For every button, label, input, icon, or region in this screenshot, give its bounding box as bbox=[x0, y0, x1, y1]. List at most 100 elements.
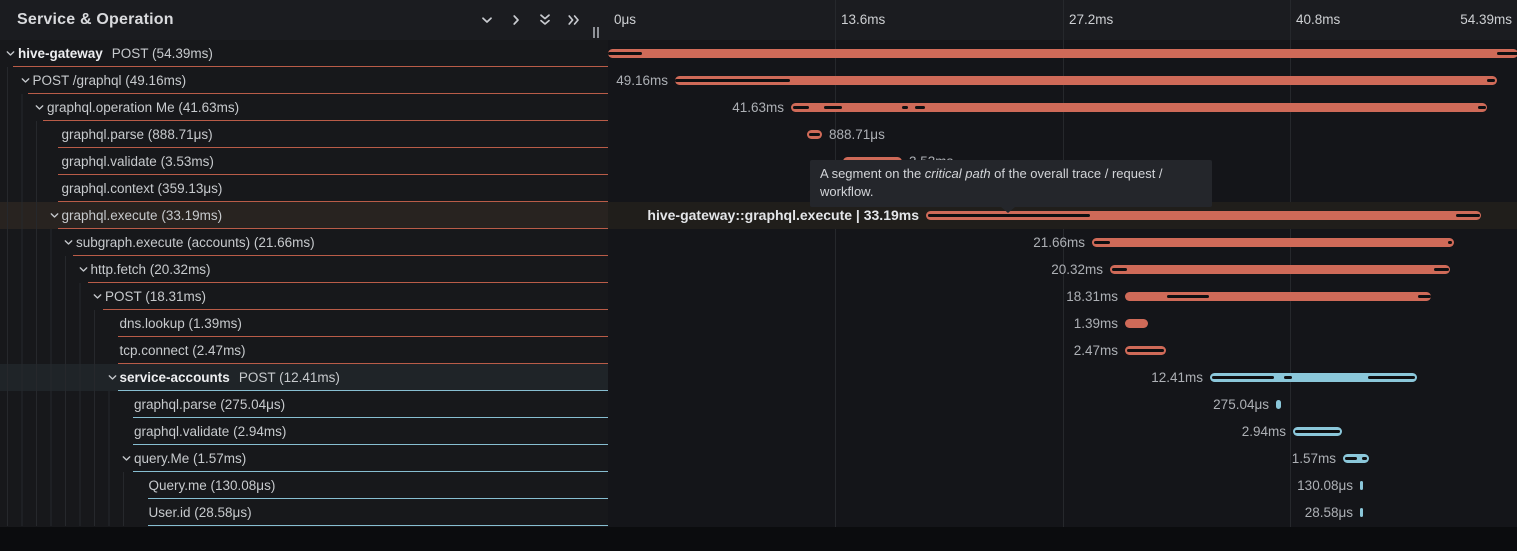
span-bar[interactable] bbox=[1360, 508, 1363, 517]
duration-label-left: 49.16ms bbox=[616, 67, 668, 94]
indent-guides bbox=[0, 40, 2, 67]
chevron-down-icon[interactable] bbox=[120, 453, 133, 464]
span-tree-row[interactable]: graphql.parse (275.04μs) bbox=[0, 391, 608, 418]
span-bar[interactable] bbox=[675, 76, 1497, 85]
critical-path-segment bbox=[1448, 241, 1452, 244]
chevron-down-icon[interactable] bbox=[48, 210, 61, 221]
timeline-row[interactable] bbox=[608, 40, 1517, 67]
span-bar[interactable] bbox=[807, 130, 822, 139]
critical-path-segment bbox=[1418, 295, 1431, 298]
chevron-right-icon[interactable] bbox=[508, 12, 524, 28]
operation-label: graphql.operation Me (41.63ms) bbox=[47, 100, 239, 115]
span-tree-row[interactable]: User.id (28.58μs) bbox=[0, 499, 608, 526]
service-name: service-accounts bbox=[120, 370, 230, 385]
span-bar[interactable] bbox=[608, 49, 1517, 58]
duration-label-left: 12.41ms bbox=[1151, 364, 1203, 391]
critical-path-segment bbox=[1478, 106, 1486, 109]
span-bar[interactable] bbox=[1210, 373, 1417, 382]
duration-label-left: 18.31ms bbox=[1066, 283, 1118, 310]
indent-guides bbox=[0, 499, 133, 526]
chevron-down-icon[interactable] bbox=[91, 291, 104, 302]
span-tree-row[interactable]: service-accounts POST (12.41ms) bbox=[0, 364, 608, 391]
tooltip-arrow bbox=[1001, 207, 1015, 213]
chevron-down-icon[interactable] bbox=[33, 102, 46, 113]
chevron-down-icon[interactable] bbox=[479, 12, 495, 28]
span-tree-row[interactable]: graphql.operation Me (41.63ms) bbox=[0, 94, 608, 121]
timeline-row[interactable]: 49.16ms bbox=[608, 67, 1517, 94]
span-bar[interactable] bbox=[1125, 292, 1431, 301]
critical-path-segment bbox=[1167, 295, 1209, 298]
chevron-down-icon[interactable] bbox=[106, 372, 119, 383]
span-tree-row[interactable]: Query.me (130.08μs) bbox=[0, 472, 608, 499]
duration-label-left: 130.08μs bbox=[1297, 472, 1353, 499]
timeline-row[interactable]: 2.94ms bbox=[608, 418, 1517, 445]
panel-resize-handle[interactable] bbox=[593, 27, 599, 38]
span-tree-row[interactable]: subgraph.execute (accounts) (21.66ms) bbox=[0, 229, 608, 256]
span-tree-row[interactable]: dns.lookup (1.39ms) bbox=[0, 310, 608, 337]
timeline-panel: 0μs13.6ms27.2ms40.8ms 54.39ms 49.16ms 41… bbox=[608, 0, 1517, 527]
indent-guides bbox=[0, 418, 118, 445]
double-chevron-right-icon[interactable] bbox=[566, 12, 582, 28]
timeline-row[interactable]: 275.04μs bbox=[608, 391, 1517, 418]
span-bar[interactable] bbox=[1125, 319, 1148, 328]
span-tree-row[interactable]: graphql.validate (2.94ms) bbox=[0, 418, 608, 445]
operation-label: graphql.validate (2.94ms) bbox=[134, 424, 286, 439]
span-tree-row[interactable]: graphql.execute (33.19ms) bbox=[0, 202, 608, 229]
timeline-row[interactable]: 1.57ms bbox=[608, 445, 1517, 472]
chevron-down-icon[interactable] bbox=[19, 75, 32, 86]
critical-path-segment bbox=[1487, 79, 1495, 82]
span-tree-row[interactable]: POST (18.31ms) bbox=[0, 283, 608, 310]
timeline-row[interactable]: 20.32ms bbox=[608, 256, 1517, 283]
duration-label-left: 1.57ms bbox=[1292, 445, 1336, 472]
chevron-down-icon[interactable] bbox=[77, 264, 90, 275]
span-tree-row[interactable]: graphql.validate (3.53ms) bbox=[0, 148, 608, 175]
duration-label-left: 20.32ms bbox=[1051, 256, 1103, 283]
span-tree-row[interactable]: graphql.parse (888.71μs) bbox=[0, 121, 608, 148]
span-tree-row[interactable]: graphql.context (359.13μs) bbox=[0, 175, 608, 202]
axis-tick-label: 13.6ms bbox=[835, 0, 885, 40]
timeline-row[interactable]: 41.63ms bbox=[608, 94, 1517, 121]
indent-guides bbox=[0, 256, 75, 283]
critical-path-segment bbox=[1497, 52, 1517, 55]
operation-label: POST /graphql (49.16ms) bbox=[33, 73, 187, 88]
span-bar[interactable] bbox=[791, 103, 1487, 112]
chevron-down-icon[interactable] bbox=[62, 237, 75, 248]
trace-viewer: Service & Operation hive-gateway bbox=[0, 0, 1517, 551]
duration-label-left: 1.39ms bbox=[1074, 310, 1118, 337]
span-bar[interactable] bbox=[1293, 427, 1342, 436]
span-tree-row[interactable]: http.fetch (20.32ms) bbox=[0, 256, 608, 283]
span-bar[interactable] bbox=[1092, 238, 1454, 247]
span-tree-row[interactable]: hive-gateway POST (54.39ms) bbox=[0, 40, 608, 67]
timeline-row[interactable]: 888.71μs bbox=[608, 121, 1517, 148]
timeline-row[interactable]: 12.41ms bbox=[608, 364, 1517, 391]
timeline-row[interactable]: 18.31ms bbox=[608, 283, 1517, 310]
timeline-row[interactable]: 2.47ms bbox=[608, 337, 1517, 364]
indent-guides bbox=[0, 310, 104, 337]
timeline-row[interactable]: 130.08μs bbox=[608, 472, 1517, 499]
timeline-row[interactable]: 21.66ms bbox=[608, 229, 1517, 256]
timeline-row[interactable]: 28.58μs bbox=[608, 499, 1517, 526]
span-bar[interactable] bbox=[1360, 481, 1363, 490]
timeline-row[interactable]: 1.39ms bbox=[608, 310, 1517, 337]
operation-label: query.Me (1.57ms) bbox=[134, 451, 246, 466]
duration-label-left: 275.04μs bbox=[1213, 391, 1269, 418]
span-tree: hive-gateway POST (54.39ms) POST /graphq… bbox=[0, 40, 608, 526]
span-bar[interactable] bbox=[1343, 454, 1369, 463]
span-tree-row[interactable]: tcp.connect (2.47ms) bbox=[0, 337, 608, 364]
chevron-down-icon[interactable] bbox=[4, 48, 17, 59]
duration-label-left: 2.47ms bbox=[1074, 337, 1118, 364]
duration-label-left: 28.58μs bbox=[1305, 499, 1353, 526]
critical-path-segment bbox=[675, 79, 790, 82]
span-tree-row[interactable]: POST /graphql (49.16ms) bbox=[0, 67, 608, 94]
operation-label: dns.lookup (1.39ms) bbox=[120, 316, 242, 331]
span-tree-row[interactable]: query.Me (1.57ms) bbox=[0, 445, 608, 472]
span-bar[interactable] bbox=[1276, 400, 1281, 409]
critical-path-segment bbox=[902, 106, 908, 109]
indent-guides bbox=[0, 229, 60, 256]
critical-path-segment bbox=[1295, 430, 1340, 433]
critical-path-segment bbox=[809, 133, 820, 136]
span-bar[interactable] bbox=[1125, 346, 1166, 355]
span-bar[interactable] bbox=[1110, 265, 1450, 274]
double-chevron-down-icon[interactable] bbox=[537, 12, 553, 28]
operation-label: subgraph.execute (accounts) (21.66ms) bbox=[76, 235, 315, 250]
